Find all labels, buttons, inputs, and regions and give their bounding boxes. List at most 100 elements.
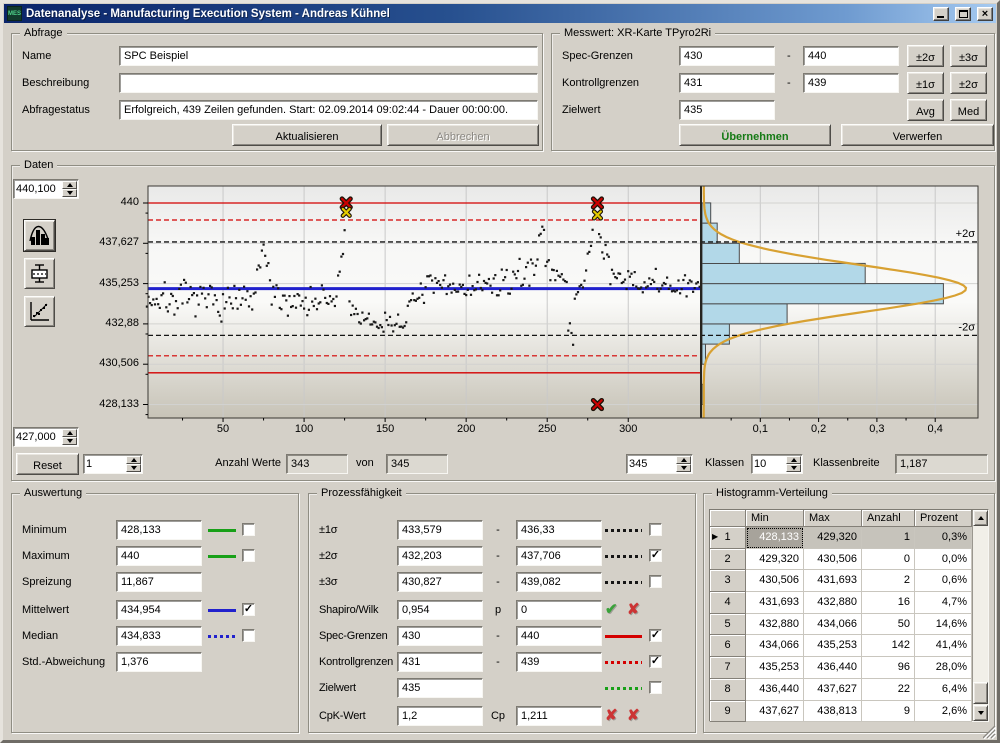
- resize-grip[interactable]: [983, 726, 996, 739]
- close-button[interactable]: ×: [977, 7, 993, 21]
- aktualisieren-button[interactable]: Aktualisieren: [232, 124, 382, 146]
- table-cell[interactable]: 0,0%: [915, 549, 972, 571]
- spec-3sigma-button[interactable]: ±3σ: [950, 45, 987, 67]
- stat-checkbox-4[interactable]: [242, 629, 255, 642]
- table-row[interactable]: 8436,440437,627226,4%: [710, 679, 988, 701]
- stat-checkbox-1[interactable]: [242, 549, 255, 562]
- column-header-corner[interactable]: [710, 510, 746, 527]
- klassen-input[interactable]: [752, 455, 785, 473]
- count-spinner[interactable]: [626, 454, 693, 474]
- table-cell[interactable]: 50: [862, 614, 915, 636]
- table-cell[interactable]: 2,6%: [915, 701, 972, 723]
- title-bar[interactable]: MES Datenanalyse - Manufacturing Executi…: [4, 4, 996, 23]
- table-row[interactable]: 3430,506431,69320,6%: [710, 570, 988, 592]
- trend-view-button[interactable]: [24, 296, 55, 327]
- column-header-Min[interactable]: Min: [746, 510, 804, 527]
- stat-checkbox-0[interactable]: [242, 523, 255, 536]
- med-button[interactable]: Med: [950, 99, 987, 121]
- spec-low-input[interactable]: [679, 46, 775, 66]
- table-cell[interactable]: 431,693: [804, 570, 862, 592]
- scrollbar-thumb[interactable]: [973, 682, 988, 704]
- prozess-checkbox-6[interactable]: [649, 681, 662, 694]
- scroll-down-button[interactable]: [973, 705, 988, 721]
- offset-spinner[interactable]: [83, 454, 143, 474]
- table-cell[interactable]: 432,880: [746, 614, 804, 636]
- spec-2sigma-button[interactable]: ±2σ: [907, 45, 944, 67]
- table-cell[interactable]: 435,253: [804, 635, 862, 657]
- row-header[interactable]: 4: [710, 592, 746, 614]
- boxplot-view-button[interactable]: [24, 258, 55, 289]
- prozess-checkbox-5[interactable]: ✓: [649, 655, 662, 668]
- scroll-up-button[interactable]: [973, 510, 988, 526]
- table-cell[interactable]: 0: [862, 549, 915, 571]
- column-header-Prozent[interactable]: Prozent: [915, 510, 972, 527]
- table-cell[interactable]: 0,6%: [915, 570, 972, 592]
- table-cell[interactable]: 434,066: [746, 635, 804, 657]
- zielwert-input[interactable]: [679, 100, 775, 120]
- count-up-button[interactable]: [676, 456, 691, 464]
- prozess-checkbox-0[interactable]: [649, 523, 662, 536]
- histogram-view-button[interactable]: [24, 220, 55, 251]
- table-cell[interactable]: 2: [862, 570, 915, 592]
- kontroll-2sigma-button[interactable]: ±2σ: [950, 72, 987, 94]
- prozess-checkbox-2[interactable]: [649, 575, 662, 588]
- spec-high-input[interactable]: [803, 46, 899, 66]
- table-cell[interactable]: 41,4%: [915, 635, 972, 657]
- table-cell[interactable]: 142: [862, 635, 915, 657]
- table-cell[interactable]: 430,506: [746, 570, 804, 592]
- offset-input[interactable]: [84, 455, 125, 473]
- table-row[interactable]: 2429,320430,50600,0%: [710, 549, 988, 571]
- column-header-Anzahl[interactable]: Anzahl: [862, 510, 915, 527]
- table-cell[interactable]: 434,066: [804, 614, 862, 636]
- kontroll-1sigma-button[interactable]: ±1σ: [907, 72, 944, 94]
- table-cell[interactable]: 428,133: [746, 527, 804, 549]
- table-cell[interactable]: 436,440: [746, 679, 804, 701]
- count-input[interactable]: [627, 455, 675, 473]
- table-row[interactable]: 4431,693432,880164,7%: [710, 592, 988, 614]
- table-cell[interactable]: 4,7%: [915, 592, 972, 614]
- row-header[interactable]: 3: [710, 570, 746, 592]
- table-cell[interactable]: 429,320: [746, 549, 804, 571]
- prozess-checkbox-4[interactable]: ✓: [649, 629, 662, 642]
- minimize-button[interactable]: [933, 7, 949, 21]
- table-scrollbar[interactable]: [972, 510, 988, 721]
- y-min-spinner[interactable]: [13, 427, 79, 447]
- kontroll-high-input[interactable]: [803, 73, 899, 93]
- table-cell[interactable]: 96: [862, 657, 915, 679]
- table-cell[interactable]: 437,627: [804, 679, 862, 701]
- row-header[interactable]: 9: [710, 701, 746, 723]
- table-cell[interactable]: 28,0%: [915, 657, 972, 679]
- histogramm-table[interactable]: MinMaxAnzahlProzent1▶428,133429,32010,3%…: [709, 509, 989, 722]
- row-header[interactable]: 6: [710, 635, 746, 657]
- y-max-up-button[interactable]: [62, 181, 77, 189]
- table-row[interactable]: 7435,253436,4409628,0%: [710, 657, 988, 679]
- beschreibung-input[interactable]: [119, 73, 538, 93]
- table-cell[interactable]: 0,3%: [915, 527, 972, 549]
- y-min-down-button[interactable]: [62, 437, 77, 445]
- abbrechen-button[interactable]: Abbrechen: [387, 124, 539, 146]
- table-cell[interactable]: 1: [862, 527, 915, 549]
- table-cell[interactable]: 432,880: [804, 592, 862, 614]
- klassen-spinner[interactable]: [751, 454, 803, 474]
- table-cell[interactable]: 6,4%: [915, 679, 972, 701]
- row-header[interactable]: 5: [710, 614, 746, 636]
- row-header[interactable]: 2: [710, 549, 746, 571]
- table-row[interactable]: 9437,627438,81392,6%: [710, 701, 988, 723]
- table-cell[interactable]: 22: [862, 679, 915, 701]
- uebernehmen-button[interactable]: Übernehmen: [679, 124, 831, 146]
- row-header[interactable]: 7: [710, 657, 746, 679]
- table-cell[interactable]: 430,506: [804, 549, 862, 571]
- table-cell[interactable]: 16: [862, 592, 915, 614]
- verwerfen-button[interactable]: Verwerfen: [841, 124, 994, 146]
- maximize-button[interactable]: [955, 7, 971, 21]
- prozess-checkbox-1[interactable]: ✓: [649, 549, 662, 562]
- reset-button[interactable]: Reset: [16, 453, 79, 475]
- count-down-button[interactable]: [676, 464, 691, 472]
- klassen-down-button[interactable]: [786, 464, 801, 472]
- avg-button[interactable]: Avg: [907, 99, 944, 121]
- spc-chart[interactable]: +2σ-2σ501001502002503000,10,20,30,4: [143, 183, 988, 443]
- table-cell[interactable]: 14,6%: [915, 614, 972, 636]
- table-cell[interactable]: 438,813: [804, 701, 862, 723]
- stat-checkbox-3[interactable]: ✓: [242, 603, 255, 616]
- table-cell[interactable]: 9: [862, 701, 915, 723]
